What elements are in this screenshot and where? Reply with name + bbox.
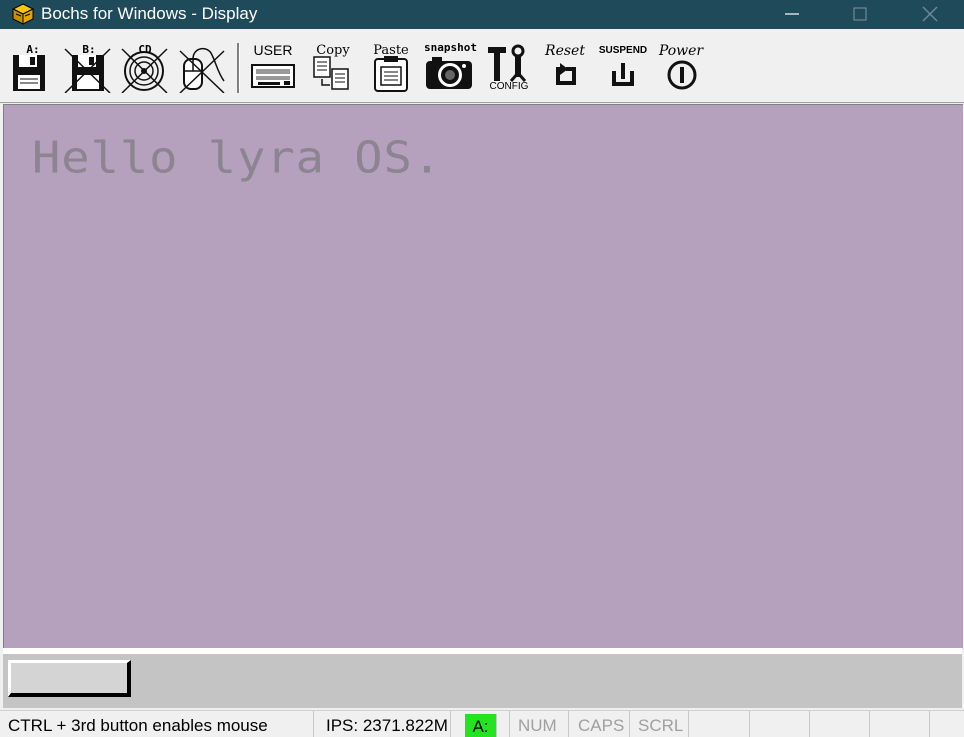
minimize-icon <box>785 13 799 15</box>
status-empty-cell <box>809 711 870 737</box>
suspend-label: SUSPEND <box>598 45 648 56</box>
close-button[interactable] <box>895 0 964 29</box>
toolbar: A: B: CD USER Copy Paste snapshot CONFIG… <box>0 29 964 103</box>
status-empty-cell <box>689 711 750 737</box>
status-num: NUM <box>518 711 569 737</box>
window-title: Bochs for Windows - Display <box>41 4 258 23</box>
copy-label: Copy <box>316 43 350 58</box>
display-bottom-band <box>3 654 962 708</box>
cdrom-label: CD <box>138 43 152 56</box>
status-spacer <box>497 711 510 737</box>
cdrom-button[interactable]: CD <box>120 37 170 93</box>
user-label: USER <box>253 42 293 58</box>
maximize-button[interactable] <box>825 0 895 29</box>
user-button[interactable]: USER <box>248 37 298 93</box>
mouse-disabled-icon <box>179 47 225 93</box>
status-caps: CAPS <box>578 711 630 737</box>
status-scrl: SCRL <box>638 711 689 737</box>
config-label: CONFIG <box>489 81 529 92</box>
toolbar-separator <box>237 43 240 93</box>
bochs-cube-icon <box>11 3 35 25</box>
floppy-a-button[interactable]: A: <box>8 37 58 93</box>
mouse-button[interactable] <box>178 37 228 93</box>
status-bar: CTRL + 3rd button enables mouse IPS: 237… <box>0 710 964 737</box>
power-button[interactable]: Power <box>656 37 706 93</box>
power-label: Power <box>658 43 704 59</box>
title-bar: Bochs for Windows - Display <box>0 0 964 29</box>
status-mouse-hint: CTRL + 3rd button enables mouse <box>8 711 314 737</box>
minimize-button[interactable] <box>757 0 827 29</box>
raised-panel <box>8 660 131 697</box>
config-button[interactable]: CONFIG <box>484 37 534 93</box>
floppy-a-label: A: <box>26 43 40 56</box>
suspend-button[interactable]: SUSPEND <box>598 37 648 93</box>
floppy-b-label: B: <box>82 43 96 56</box>
paste-button[interactable]: Paste <box>366 37 416 93</box>
snapshot-label: snapshot <box>424 41 477 54</box>
snapshot-button[interactable]: snapshot <box>424 37 477 93</box>
floppy-b-button[interactable]: B: <box>64 37 114 93</box>
status-empty-cell <box>749 711 810 737</box>
status-drive-a: A: <box>465 714 497 737</box>
status-ips: IPS: 2371.822M <box>326 711 451 737</box>
emulator-display[interactable]: Hello lyra OS. <box>3 104 963 648</box>
reset-label: Reset <box>545 43 585 59</box>
reset-button[interactable]: Reset <box>540 37 590 93</box>
status-empty-cell <box>869 711 930 737</box>
copy-button[interactable]: Copy <box>308 37 358 93</box>
screen-text: Hello lyra OS. <box>32 133 443 184</box>
maximize-icon <box>853 7 867 21</box>
paste-label: Paste <box>373 43 409 58</box>
close-icon <box>922 6 938 22</box>
